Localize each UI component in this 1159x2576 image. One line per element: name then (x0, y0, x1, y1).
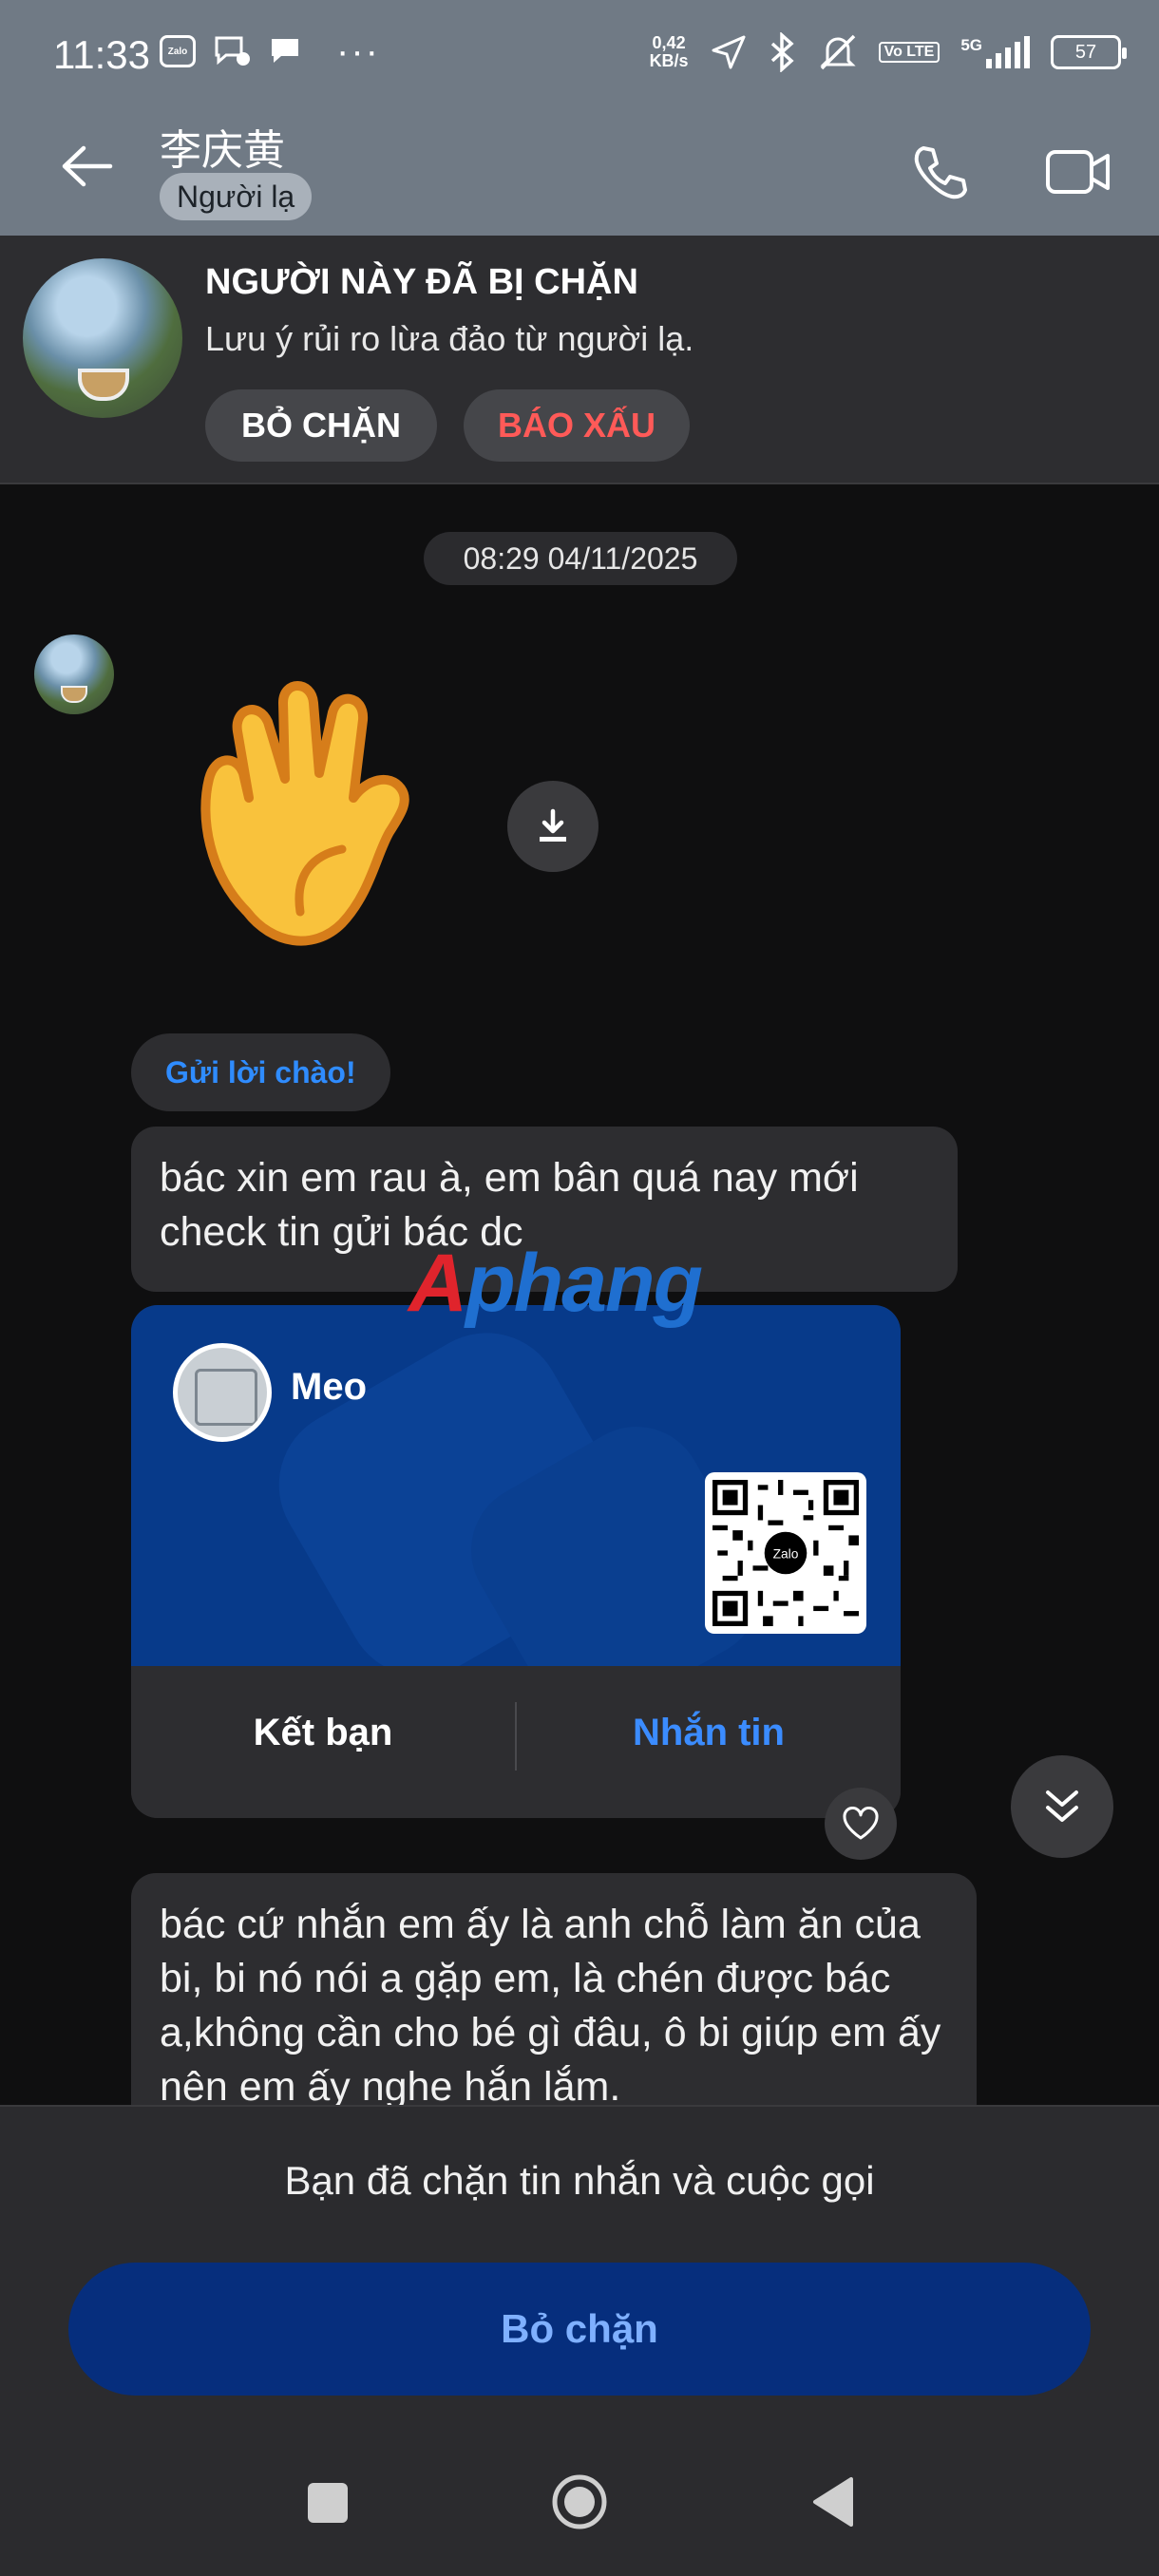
message-bubble[interactable]: bác xin em rau à, em bân quá nay mới che… (131, 1127, 958, 1292)
date-separator: 08:29 04/11/2025 (424, 532, 737, 585)
zalo-icon: Zalo (160, 35, 196, 67)
contact-card[interactable]: Meo Zalo Kết bạn Nhắn tin (131, 1305, 901, 1818)
contact-card-actions: Kết bạn Nhắn tin (131, 1666, 901, 1818)
card-contact-name: Meo (291, 1366, 367, 1408)
status-time: 11:33 (53, 32, 150, 77)
recent-apps-icon[interactable] (308, 2483, 348, 2523)
scroll-to-bottom-button[interactable] (1011, 1755, 1113, 1858)
volte-indicator: Vo LTE (878, 42, 940, 63)
qr-code-icon: Zalo (712, 1480, 859, 1626)
react-button[interactable] (825, 1788, 897, 1860)
contact-name[interactable]: 李庆黄 (160, 116, 285, 177)
contact-card-header: Meo Zalo (131, 1305, 901, 1666)
more-notifications: ··· (336, 30, 380, 72)
send-greeting-button[interactable]: Gửi lời chào! (131, 1033, 390, 1111)
network-type: 5G (960, 36, 982, 54)
blocked-warning: Lưu ý rủi ro lừa đảo từ người lạ. (205, 319, 694, 358)
status-notification-icons: Zalo ··· (160, 30, 380, 72)
blocked-title: NGƯỜI NÀY ĐÃ BỊ CHẶN (205, 262, 638, 302)
card-contact-avatar (173, 1343, 272, 1442)
back-arrow-icon[interactable] (57, 142, 114, 190)
stranger-badge: Người lạ (160, 173, 313, 220)
send-message-button[interactable]: Nhắn tin (517, 1666, 901, 1799)
blocked-notice-text: Bạn đã chặn tin nhắn và cuộc gọi (284, 2158, 875, 2203)
signal-bars (986, 36, 1030, 68)
unblock-button[interactable]: Bỏ chặn (68, 2263, 1091, 2396)
network-speed-unit: KB/s (649, 51, 689, 70)
heart-icon (843, 1807, 879, 1840)
blocked-notice-panel: Bạn đã chặn tin nhắn và cuộc gọi Bỏ chặn (0, 2105, 1159, 2428)
status-system-icons: 0,42 KB/s Vo LTE 5G 57 (650, 32, 1127, 72)
avatar-photo-detail (78, 369, 129, 401)
sender-avatar[interactable] (34, 635, 114, 714)
mute-icon (819, 34, 856, 70)
chat-bubble-icon (215, 36, 250, 66)
download-button[interactable] (507, 781, 598, 872)
contact-avatar[interactable] (23, 258, 182, 418)
battery-icon: 57 (1051, 35, 1127, 69)
status-bar: 11:33 Zalo ··· 0,42 KB/s Vo LTE 5G 57 (0, 0, 1159, 99)
home-icon[interactable] (551, 2473, 608, 2530)
message-bubble[interactable]: bác cứ nhắn em ấy là anh chỗ làm ăn của … (131, 1873, 977, 2105)
back-icon[interactable] (809, 2475, 855, 2529)
qr-center-label: Zalo (773, 1546, 799, 1561)
avatar-photo-detail (61, 686, 87, 703)
navigation-bar (0, 2428, 1159, 2576)
chat-header: 李庆黄 Người lạ (0, 99, 1159, 236)
network-speed: 0,42 KB/s (650, 34, 689, 70)
chat-messages[interactable]: 08:29 04/11/2025 Gửi lời chào! bác xin e… (0, 484, 1159, 2105)
add-friend-button[interactable]: Kết bạn (131, 1666, 515, 1799)
double-chevron-down-icon (1046, 1790, 1078, 1822)
message-icon (272, 39, 298, 63)
blocked-banner: NGƯỜI NÀY ĐÃ BỊ CHẶN Lưu ý rủi ro lừa đả… (0, 236, 1159, 484)
bluetooth-icon (770, 32, 794, 72)
phone-icon[interactable] (910, 142, 971, 203)
location-icon (712, 35, 746, 69)
download-icon (540, 808, 566, 842)
report-button[interactable]: BÁO XẤU (464, 389, 691, 462)
unblock-chip-button[interactable]: BỎ CHẶN (205, 389, 437, 462)
qr-code[interactable]: Zalo (705, 1472, 866, 1634)
network-speed-value: 0,42 (652, 33, 686, 52)
video-icon[interactable] (1045, 146, 1112, 198)
battery-level: 57 (1074, 41, 1097, 63)
signal-icon: 5G (960, 36, 1030, 68)
waving-hand-sticker[interactable] (190, 674, 456, 959)
